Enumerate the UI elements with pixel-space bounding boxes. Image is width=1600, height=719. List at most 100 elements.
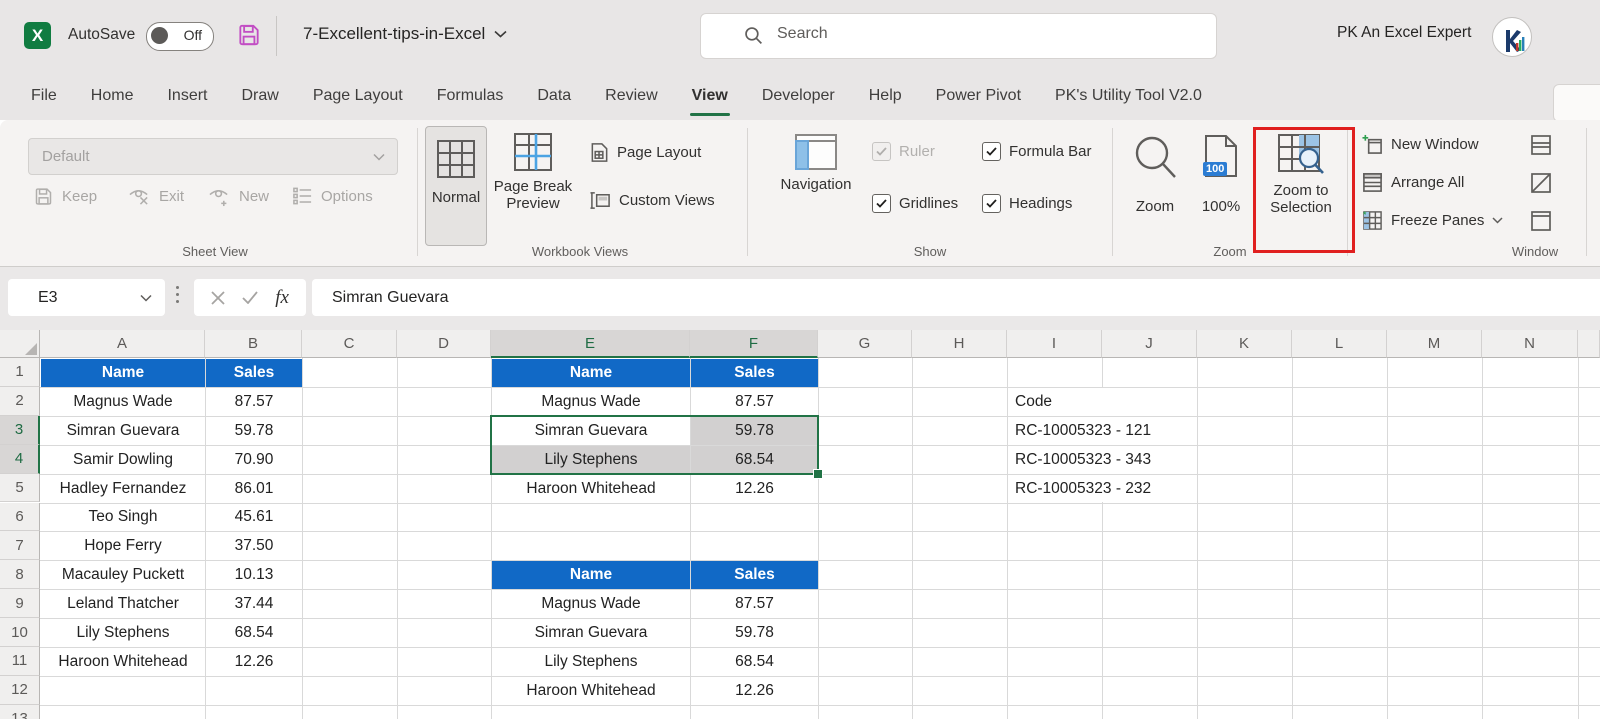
- tab-page-layout[interactable]: Page Layout: [296, 72, 420, 120]
- save-icon[interactable]: [236, 22, 262, 48]
- column-header-D[interactable]: D: [397, 330, 491, 358]
- cell-I5[interactable]: RC-10005323 - 232: [1008, 474, 1197, 503]
- view-side-by-side-button[interactable]: [1530, 210, 1552, 232]
- select-all-corner[interactable]: [0, 330, 40, 358]
- split-button[interactable]: [1530, 134, 1552, 156]
- column-header-G[interactable]: G: [818, 330, 912, 358]
- row-header-4[interactable]: 4: [0, 444, 40, 474]
- row-header-6[interactable]: 6: [0, 502, 40, 532]
- tab-developer[interactable]: Developer: [745, 72, 852, 120]
- cell-F5[interactable]: 12.26: [691, 475, 818, 503]
- row-header-13[interactable]: 13: [0, 704, 40, 719]
- insert-function-button[interactable]: fx: [275, 287, 289, 309]
- sheet-view-options-button[interactable]: Options: [292, 186, 373, 206]
- autosave-toggle[interactable]: Off: [146, 22, 214, 51]
- cell-A7[interactable]: Hope Ferry: [41, 532, 205, 560]
- keep-sheet-view-button[interactable]: Keep: [33, 186, 97, 207]
- headings-checkbox[interactable]: Headings: [982, 194, 1072, 213]
- cell-F12[interactable]: 12.26: [691, 677, 818, 705]
- tab-review[interactable]: Review: [588, 72, 674, 120]
- formula-bar-grip[interactable]: [176, 286, 179, 303]
- cell-A10[interactable]: Lily Stephens: [41, 619, 205, 647]
- cell-B6[interactable]: 45.61: [206, 504, 302, 532]
- tab-file[interactable]: File: [14, 72, 74, 120]
- column-header-H[interactable]: H: [912, 330, 1007, 358]
- ribbon-corner-button[interactable]: [1553, 84, 1600, 122]
- cell-A1[interactable]: Name: [41, 359, 205, 387]
- cell-E11[interactable]: Lily Stephens: [492, 648, 690, 676]
- excel-app-icon[interactable]: X: [24, 22, 51, 49]
- column-header-L[interactable]: L: [1292, 330, 1387, 358]
- cell-B7[interactable]: 37.50: [206, 532, 302, 560]
- cell-E2[interactable]: Magnus Wade: [492, 388, 690, 416]
- tab-home[interactable]: Home: [74, 72, 151, 120]
- cell-A6[interactable]: Teo Singh: [41, 504, 205, 532]
- cell-E10[interactable]: Simran Guevara: [492, 619, 690, 647]
- cell-B10[interactable]: 68.54: [206, 619, 302, 647]
- search-input[interactable]: Search: [700, 13, 1217, 59]
- cancel-icon[interactable]: [211, 290, 225, 305]
- cell-E1[interactable]: Name: [492, 359, 690, 387]
- custom-views-button[interactable]: Custom Views: [590, 190, 715, 211]
- formula-bar-checkbox[interactable]: Formula Bar: [982, 142, 1092, 161]
- tab-power-pivot[interactable]: Power Pivot: [919, 72, 1038, 120]
- navigation-button[interactable]: Navigation: [770, 132, 862, 193]
- formula-input[interactable]: Simran Guevara: [312, 279, 1600, 316]
- column-header-B[interactable]: B: [205, 330, 302, 358]
- cell-E8[interactable]: Name: [492, 561, 690, 590]
- cell-F8[interactable]: Sales: [691, 561, 818, 590]
- tab-help[interactable]: Help: [852, 72, 919, 120]
- row-header-7[interactable]: 7: [0, 531, 40, 561]
- cell-I3[interactable]: RC-10005323 - 121: [1008, 416, 1197, 445]
- row-header-2[interactable]: 2: [0, 386, 40, 416]
- row-header-9[interactable]: 9: [0, 589, 40, 619]
- enter-check-icon[interactable]: [242, 291, 258, 304]
- row-header-1[interactable]: 1: [0, 358, 40, 387]
- cell-B8[interactable]: 10.13: [206, 561, 302, 589]
- account-avatar[interactable]: [1492, 17, 1532, 57]
- filename-button[interactable]: 7-Excellent-tips-in-Excel: [303, 24, 507, 44]
- page-break-preview-button[interactable]: Page Break Preview: [492, 130, 574, 212]
- row-header-8[interactable]: 8: [0, 560, 40, 590]
- cell-I2[interactable]: Code: [1008, 387, 1197, 416]
- hide-window-button[interactable]: [1530, 172, 1552, 194]
- cell-B4[interactable]: 70.90: [206, 446, 302, 474]
- cell-E9[interactable]: Magnus Wade: [492, 590, 690, 618]
- page-layout-view-button[interactable]: Page Layout: [590, 142, 701, 163]
- column-header-partial[interactable]: [1578, 330, 1600, 358]
- column-header-A[interactable]: A: [40, 330, 205, 358]
- row-header-11[interactable]: 11: [0, 647, 40, 676]
- column-header-N[interactable]: N: [1482, 330, 1578, 358]
- cell-F2[interactable]: 87.57: [691, 388, 818, 416]
- cell-B3[interactable]: 59.78: [206, 417, 302, 445]
- cell-I4[interactable]: RC-10005323 - 343: [1008, 445, 1197, 474]
- tab-draw[interactable]: Draw: [224, 72, 295, 120]
- cell-B5[interactable]: 86.01: [206, 475, 302, 503]
- row-header-12[interactable]: 12: [0, 675, 40, 705]
- tab-formulas[interactable]: Formulas: [420, 72, 521, 120]
- selection-fill-handle[interactable]: [813, 468, 823, 479]
- cell-A2[interactable]: Magnus Wade: [41, 388, 205, 416]
- column-header-M[interactable]: M: [1387, 330, 1482, 358]
- cell-A3[interactable]: Simran Guevara: [41, 417, 205, 445]
- name-box[interactable]: E3: [8, 279, 165, 316]
- cell-A4[interactable]: Samir Dowling: [41, 446, 205, 474]
- row-header-5[interactable]: 5: [0, 473, 40, 503]
- column-header-C[interactable]: C: [302, 330, 397, 358]
- ruler-checkbox[interactable]: Ruler: [872, 142, 935, 161]
- cell-E12[interactable]: Haroon Whitehead: [492, 677, 690, 705]
- cell-B1[interactable]: Sales: [206, 359, 302, 387]
- cell-F11[interactable]: 68.54: [691, 648, 818, 676]
- tab-insert[interactable]: Insert: [150, 72, 224, 120]
- zoom-100-button[interactable]: 100 100%: [1192, 132, 1250, 215]
- cell-A11[interactable]: Haroon Whitehead: [41, 648, 205, 676]
- cell-A9[interactable]: Leland Thatcher: [41, 590, 205, 618]
- gridlines-checkbox[interactable]: Gridlines: [872, 194, 958, 213]
- column-header-J[interactable]: J: [1102, 330, 1197, 358]
- column-header-E[interactable]: E: [491, 330, 690, 358]
- cell-F1[interactable]: Sales: [691, 359, 818, 387]
- tab-data[interactable]: Data: [520, 72, 588, 120]
- sheet-view-dropdown[interactable]: Default: [28, 138, 398, 175]
- exit-sheet-view-button[interactable]: Exit: [128, 186, 184, 207]
- row-header-3[interactable]: 3: [0, 415, 40, 445]
